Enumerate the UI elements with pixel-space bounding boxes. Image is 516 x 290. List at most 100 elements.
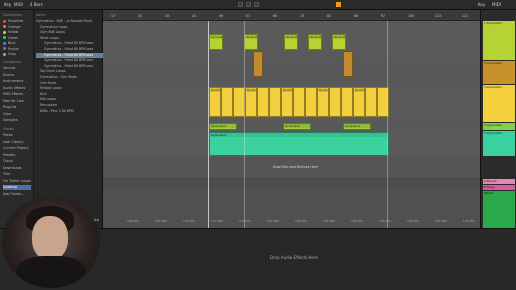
place-item[interactable]: Desktop xyxy=(3,185,31,190)
browser-file-item[interactable]: 808s - Perc 2 80 BPM xyxy=(36,109,106,114)
track-header[interactable]: 2 Gymnatica xyxy=(483,61,515,84)
browser-file-item[interactable]: Gymnatica - Hihat 80 BPM.wav xyxy=(36,52,110,58)
clip-track1[interactable]: Gymnatica xyxy=(284,34,298,50)
midi-map-button[interactable]: MIDI xyxy=(14,2,23,7)
browser-file-item[interactable]: Gym 808 Loops xyxy=(36,30,106,35)
track-header[interactable]: 1 Gymnatica xyxy=(483,21,515,60)
browser-file-item[interactable]: Hihat Loops xyxy=(36,36,106,41)
browser-file-item[interactable]: Kick xyxy=(36,92,106,97)
play-button[interactable] xyxy=(238,2,243,7)
browser-file-item[interactable]: Gymnatica - Hihat 80 BPM.wav xyxy=(36,41,110,46)
clip-track2[interactable] xyxy=(343,51,353,77)
collection-item[interactable]: Orange xyxy=(3,25,21,30)
track-header[interactable]: B Delay xyxy=(483,185,515,190)
loop-end-marker[interactable] xyxy=(387,21,388,239)
place-item[interactable]: Presets xyxy=(3,153,15,158)
browser-file-item[interactable]: Percussion xyxy=(36,103,106,108)
clip-track5[interactable]: Gymnatica xyxy=(209,132,389,156)
place-item[interactable]: Add Folder... xyxy=(3,192,24,197)
clip-track3[interactable] xyxy=(257,87,269,117)
track-header[interactable]: 5 Gymnatica xyxy=(483,131,515,156)
category-item[interactable]: Sounds xyxy=(3,66,15,71)
midi-button-right[interactable]: MIDI xyxy=(492,2,501,7)
clip-track4[interactable]: Gymnatica xyxy=(283,123,311,130)
browser-file-item[interactable]: Gymnatica - Hihat 80 BPM.wav xyxy=(36,47,110,52)
time-label: 0:30:000 xyxy=(295,220,307,223)
category-item[interactable]: Plug-Ins xyxy=(3,105,16,110)
category-item[interactable]: Clips xyxy=(3,112,11,117)
track-header[interactable]: Master xyxy=(483,191,515,228)
drop-audio-effects-hint: Drop Audio Effects Here xyxy=(270,255,318,260)
browser-file-item[interactable]: Top Drum Loops xyxy=(36,69,106,74)
category-item[interactable]: Drums xyxy=(3,73,14,78)
clip-track3[interactable]: Gymnatica xyxy=(245,87,257,117)
track-header[interactable]: 3 Gymnatica xyxy=(483,85,515,122)
clip-track3[interactable]: Gymnatica xyxy=(209,87,221,117)
track-lane-2[interactable] xyxy=(103,61,480,86)
key-map-button[interactable]: Key xyxy=(4,2,11,7)
arrangement-view[interactable]: Drop Files and Devices Here Gymnatica Gym… xyxy=(103,21,480,239)
clip-track1[interactable]: Gymnatica xyxy=(209,34,223,50)
key-button-right[interactable]: Key xyxy=(478,2,485,7)
place-item[interactable]: Packs xyxy=(3,133,13,138)
record-button[interactable] xyxy=(254,2,259,7)
place-item[interactable]: User Library xyxy=(3,140,24,145)
collection-item[interactable]: Green xyxy=(3,36,18,41)
clip-track3[interactable] xyxy=(341,87,353,117)
browser-file-item[interactable]: Gymnatica Loops xyxy=(36,25,106,30)
category-item[interactable]: Max for Live xyxy=(3,99,24,104)
collection-item[interactable]: Favorites xyxy=(3,19,23,24)
category-item[interactable]: MIDI Effects xyxy=(3,92,23,97)
clip-track1[interactable]: Gymnatica xyxy=(308,34,322,50)
clip-track1[interactable]: Gymnatica xyxy=(244,34,258,50)
stop-button[interactable] xyxy=(246,2,251,7)
browser-file-item[interactable]: Melody Loops xyxy=(36,86,106,91)
track-name: 4 Gymnatica xyxy=(484,123,502,127)
place-item[interactable]: For Trailer Loops xyxy=(3,179,31,184)
loop-length-display[interactable]: 4 Bars xyxy=(30,2,43,7)
clip-track2[interactable] xyxy=(253,51,263,77)
track-header[interactable]: A Reverb xyxy=(483,179,515,184)
clip-track4[interactable]: Gymnatica xyxy=(343,123,371,130)
collection-item[interactable]: Blue xyxy=(3,41,16,46)
clip-track3[interactable] xyxy=(293,87,305,117)
clip-track3[interactable]: Gymnatica xyxy=(353,87,365,117)
place-item[interactable]: Downloads xyxy=(3,166,22,171)
clip-track3[interactable] xyxy=(329,87,341,117)
collection-item[interactable]: Yellow xyxy=(3,30,18,35)
time-label: 0:40:000 xyxy=(351,220,363,223)
clip-track4[interactable]: Gymnatica xyxy=(209,123,237,130)
collection-item[interactable]: Gray xyxy=(3,52,16,57)
clip-track3[interactable]: Gymnatica xyxy=(281,87,293,117)
collection-item[interactable]: Purple xyxy=(3,47,19,52)
track-header[interactable]: 4 Gymnatica xyxy=(483,123,515,130)
empty-drop-area[interactable]: Drop Files and Devices Here xyxy=(103,157,480,178)
clip-track3[interactable] xyxy=(221,87,233,117)
browser-file-item[interactable]: One Shots xyxy=(36,81,106,86)
browser-file-item[interactable]: Gymnatica - Hihat 80 BPM.wav xyxy=(36,58,110,63)
category-item[interactable]: Instruments xyxy=(3,79,23,84)
clip-track1[interactable]: Gymnatica xyxy=(332,34,346,50)
arrangement-record-button[interactable] xyxy=(336,2,341,7)
clip-title: Gymnatica xyxy=(210,35,222,39)
ruler-bar-number: 89 xyxy=(354,14,359,18)
browser-file-item[interactable]: Gymnatica - One Shots xyxy=(36,75,106,80)
clip-title: Gymnatica xyxy=(285,35,297,39)
clip-track3[interactable] xyxy=(365,87,377,117)
loop-start-marker[interactable] xyxy=(244,21,245,239)
place-item[interactable]: Cloud xyxy=(3,159,13,164)
clip-track3[interactable]: Gymnatica xyxy=(317,87,329,117)
clip-track3[interactable] xyxy=(305,87,317,117)
arrangement-ruler[interactable]: 17 25 33 41 49 57 65 73 81 89 97 105 113 121 xyxy=(103,10,480,21)
browser-file-item[interactable]: Gymnatica - Hihat 80 BPM.wav xyxy=(36,64,110,69)
top-toolbar: Key MIDI 4 Bars Key MIDI xyxy=(0,0,516,10)
category-item[interactable]: Samples xyxy=(3,118,17,123)
ruler-bar-number: 17 xyxy=(111,14,116,18)
browser-file-item[interactable]: Gymnatica - 808 ...(s Sample Pack) xyxy=(36,19,102,24)
browser-file-item[interactable]: Mix Loops xyxy=(36,97,106,102)
place-item[interactable]: Trim xyxy=(3,172,10,177)
place-item[interactable]: Current Project xyxy=(3,146,28,151)
clip-track3[interactable] xyxy=(269,87,281,117)
category-item[interactable]: Audio Effects xyxy=(3,86,25,91)
playhead-marker[interactable] xyxy=(208,21,209,239)
